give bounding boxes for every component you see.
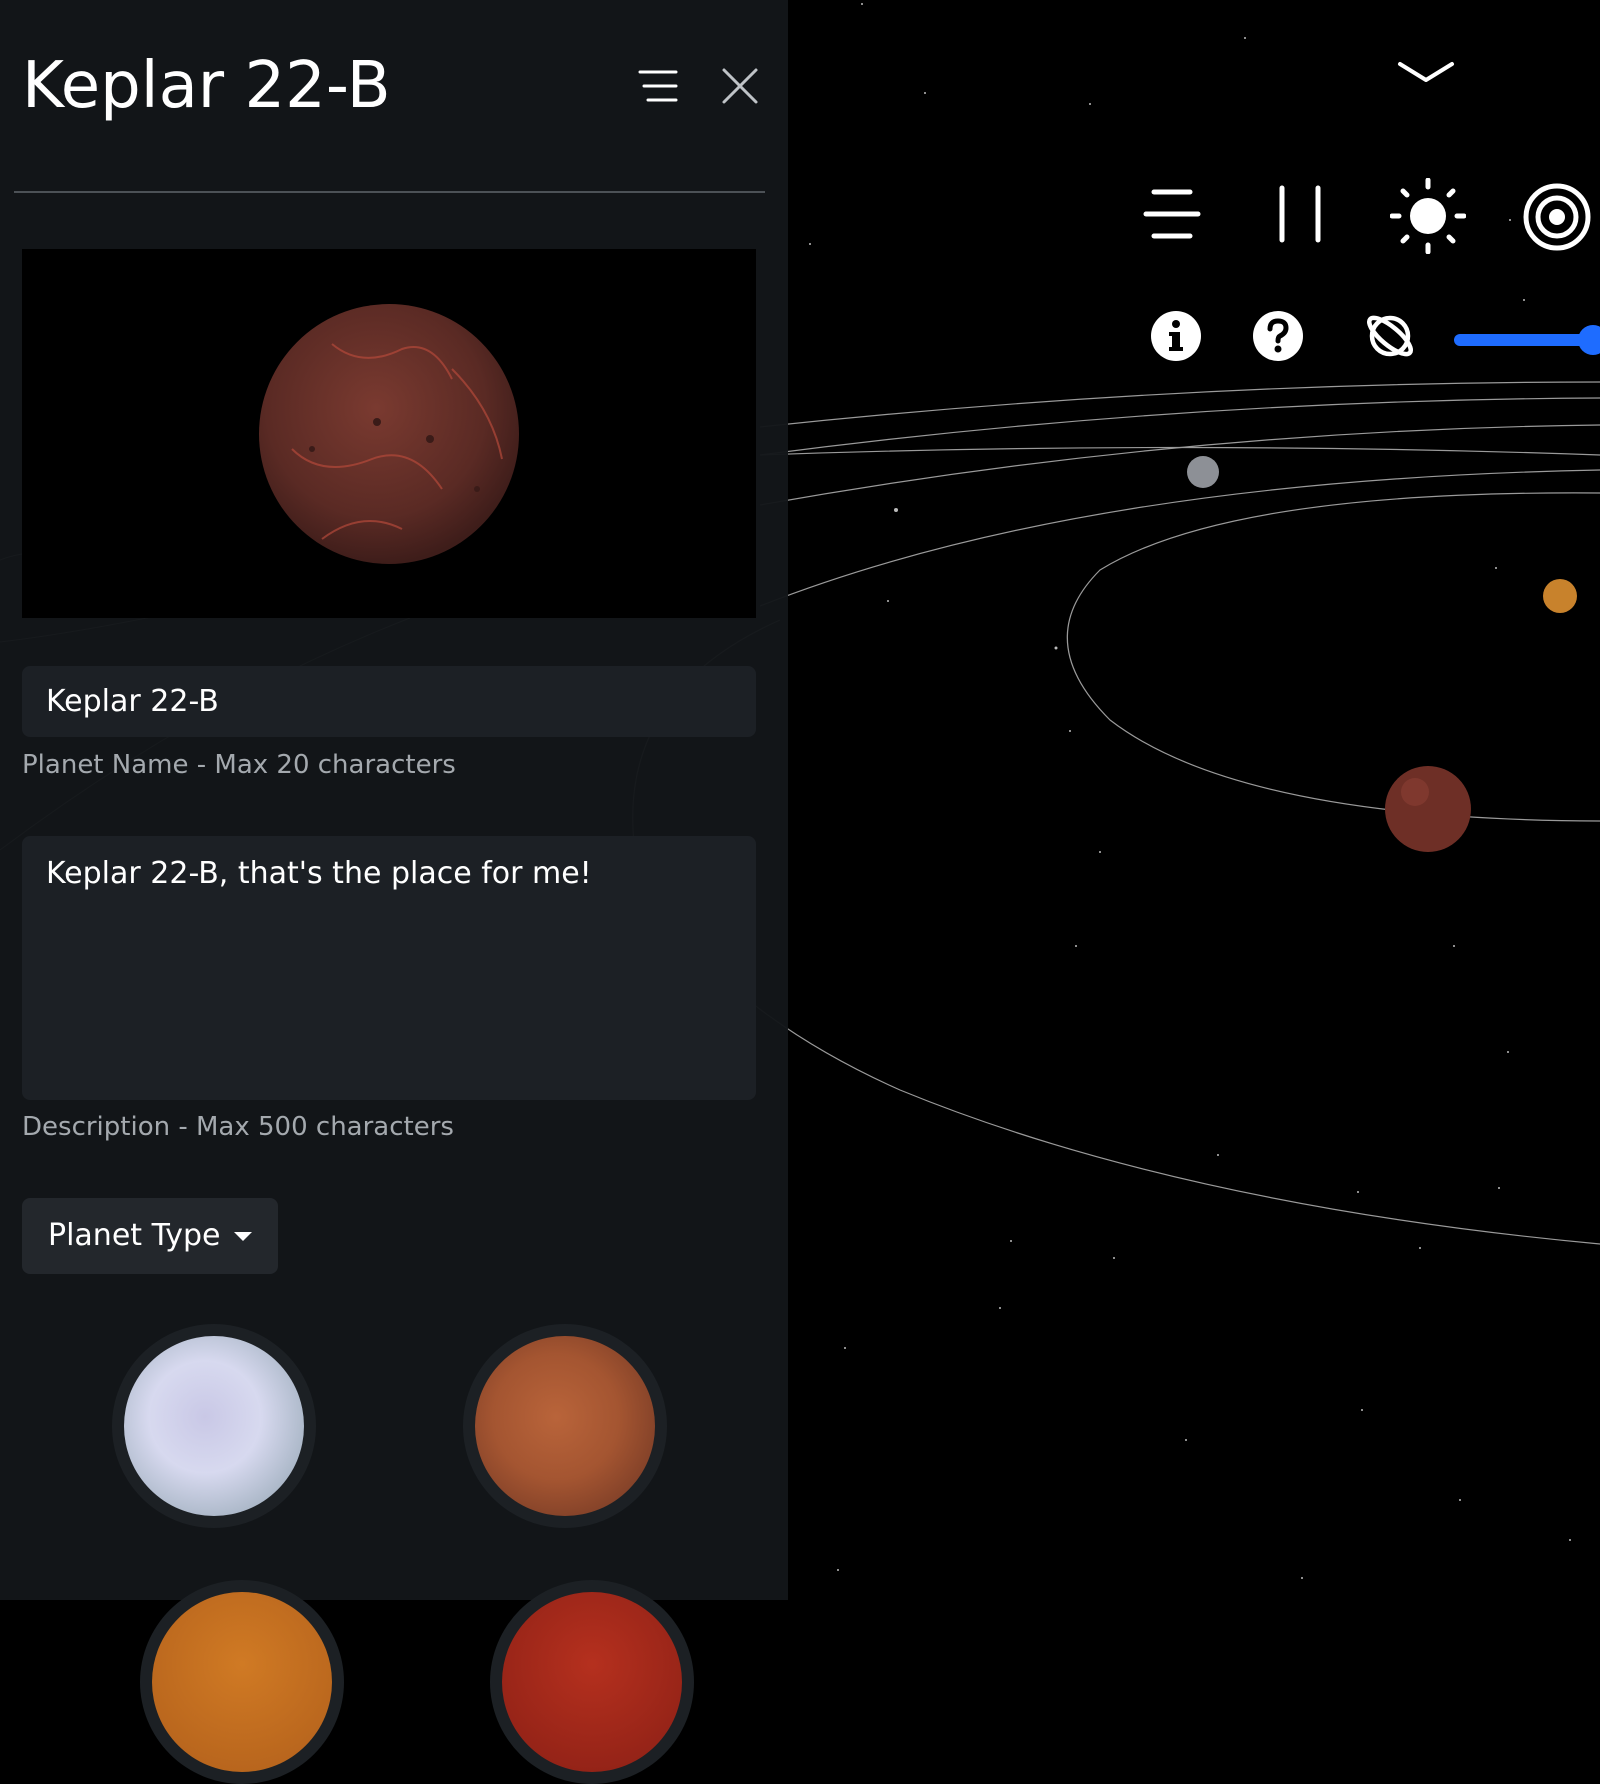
selected-planet-orbiting <box>1385 766 1471 852</box>
target-icon[interactable] <box>1522 182 1592 252</box>
chevron-down-icon[interactable] <box>1396 54 1456 90</box>
planet-editor-panel: Keplar 22-B Keplar 22-B Planet Name - Ma… <box>0 0 788 1784</box>
slider-thumb[interactable] <box>1578 325 1600 355</box>
description-helper: Description - Max 500 characters <box>22 1112 454 1142</box>
sun-icon[interactable] <box>1389 177 1467 255</box>
orange-planet-orbiting <box>1543 579 1577 613</box>
planet-type-dropdown[interactable]: Planet Type <box>22 1198 278 1274</box>
planet-orbit-icon[interactable] <box>1364 310 1416 362</box>
info-icon[interactable] <box>1150 310 1202 362</box>
menu-icon[interactable] <box>1142 186 1202 242</box>
close-icon[interactable] <box>718 64 762 108</box>
scale-slider[interactable] <box>1454 325 1600 355</box>
slider-track <box>1454 334 1593 346</box>
pause-icon[interactable] <box>1272 184 1328 244</box>
caret-down-icon <box>234 1232 252 1241</box>
planet-type-label: Planet Type <box>48 1218 221 1253</box>
planet-swatch-ice[interactable] <box>112 1324 316 1528</box>
planet-name-helper: Planet Name - Max 20 characters <box>22 750 456 780</box>
planet-swatch-orange[interactable] <box>140 1580 344 1784</box>
planet-swatch-mars[interactable] <box>463 1324 667 1528</box>
planet-description-input[interactable]: Keplar 22-B, that's the place for me! <box>22 836 756 1100</box>
menu-icon[interactable] <box>636 64 680 108</box>
grey-planet <box>1187 456 1219 488</box>
header-divider <box>14 191 765 193</box>
planet-swatch-red[interactable] <box>490 1580 694 1784</box>
help-icon[interactable] <box>1252 310 1304 362</box>
planet-preview-globe <box>259 304 519 564</box>
planet-name-input[interactable]: Keplar 22-B <box>22 666 756 737</box>
panel-title: Keplar 22-B <box>22 49 391 123</box>
planet-preview[interactable] <box>22 249 756 618</box>
